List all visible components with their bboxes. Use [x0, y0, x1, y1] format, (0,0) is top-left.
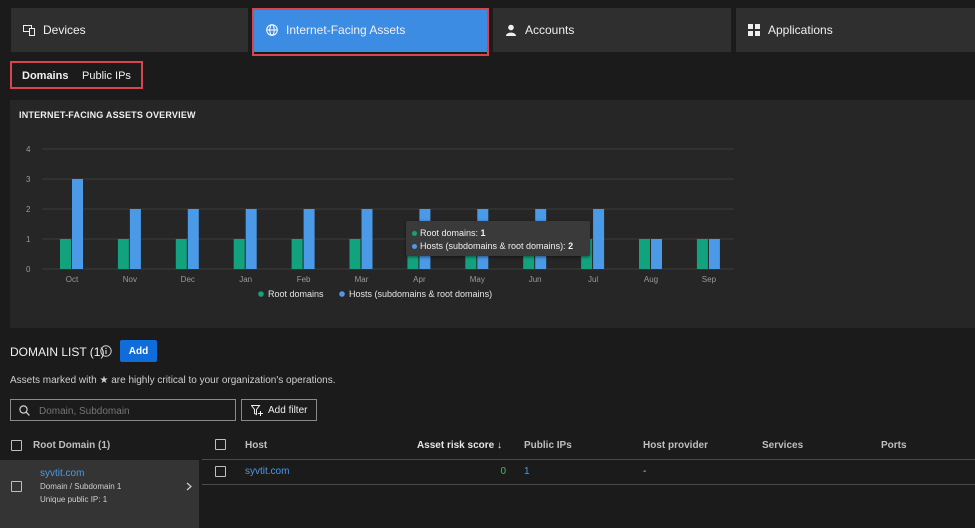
- bar-root-domains: [233, 239, 245, 269]
- overview-panel: INTERNET-FACING ASSETS OVERVIEW 0 1 2 3 4 Oct…: [10, 100, 975, 328]
- bar-hosts: [187, 209, 199, 269]
- highlight-frame: [252, 8, 489, 56]
- root-item-type: Domain / Subdomain 1: [40, 482, 122, 491]
- x-tick-label: Sep: [702, 275, 717, 284]
- col-services[interactable]: Services: [762, 440, 803, 451]
- chevron-right-icon: [186, 482, 192, 491]
- bar-root-domains: [117, 239, 129, 269]
- tab-label: Applications: [768, 23, 833, 37]
- x-tick-label: Aug: [644, 275, 658, 284]
- user-icon: [506, 24, 516, 36]
- bar-root-domains: [291, 239, 303, 269]
- col-host[interactable]: Host: [245, 440, 267, 451]
- add-button[interactable]: Add: [120, 340, 157, 362]
- y-tick-label: 1: [26, 235, 31, 244]
- row-public-ips[interactable]: 1: [524, 466, 530, 477]
- info-icon[interactable]: [100, 345, 112, 357]
- x-tick-label: Mar: [355, 275, 369, 284]
- y-tick-label: 2: [26, 205, 31, 214]
- y-tick-label: 4: [26, 145, 31, 154]
- legend-dot-root: [258, 291, 264, 297]
- tooltip-root-label: Root domains:: [420, 228, 479, 238]
- bar-hosts: [708, 239, 720, 269]
- search-box[interactable]: [10, 399, 236, 421]
- root-domain-header: Root Domain (1): [33, 440, 111, 451]
- tooltip-hosts-value: 2: [568, 241, 574, 251]
- filter-add-icon: [251, 404, 263, 416]
- legend-label-hosts: Hosts (subdomains & root domains): [349, 289, 492, 299]
- domain-list-title: DOMAIN LIST (1): [10, 345, 105, 359]
- x-tick-label: Jun: [529, 275, 542, 284]
- row-risk-score: 0: [500, 466, 506, 477]
- root-item-unique: Unique public IP: 1: [40, 495, 108, 504]
- chart-tooltip: Root domains: 1 Hosts (subdomains & root…: [406, 221, 590, 256]
- tab-label: Devices: [43, 23, 86, 37]
- apps-grid-icon: [748, 24, 760, 36]
- col-ports[interactable]: Ports: [881, 440, 907, 451]
- row-host[interactable]: syvtit.com: [245, 466, 289, 477]
- root-item-name[interactable]: syvtit.com: [40, 468, 84, 479]
- tab-label: Accounts: [525, 23, 575, 37]
- x-tick-label: May: [470, 275, 485, 284]
- tab-applications[interactable]: Applications: [736, 8, 975, 52]
- bar-root-domains: [175, 239, 187, 269]
- legend-label-root: Root domains: [268, 289, 324, 299]
- bar-root-domains: [349, 239, 361, 269]
- col-public-ips[interactable]: Public IPs: [524, 440, 572, 451]
- tooltip-root-dot: [412, 231, 417, 236]
- bar-hosts: [129, 209, 141, 269]
- tooltip-hosts-label: Hosts (subdomains & root domains):: [420, 241, 566, 251]
- bar-root-domains: [60, 239, 71, 269]
- subtab-public-ips[interactable]: Public IPs: [82, 70, 131, 82]
- tab-devices[interactable]: Devices: [11, 8, 248, 52]
- search-input[interactable]: [37, 402, 231, 420]
- x-tick-label: Jul: [588, 275, 598, 284]
- x-tick-label: Dec: [181, 275, 195, 284]
- tooltip-hosts-dot: [412, 244, 417, 249]
- subtab-domains[interactable]: Domains: [22, 70, 68, 82]
- overview-chart: 0 1 2 3 4 Oct Nov Dec Jan Feb Mar Apr May Jun Jul Aug Se…: [26, 145, 734, 299]
- bar-hosts: [593, 209, 605, 269]
- bar-hosts: [651, 239, 662, 269]
- search-icon: [19, 405, 30, 416]
- tooltip-root-value: 1: [480, 228, 486, 238]
- col-asset-risk-score[interactable]: Asset risk score ↓: [380, 440, 502, 451]
- critical-note: Assets marked with ★ are highly critical…: [10, 375, 335, 386]
- bar-hosts: [303, 209, 315, 269]
- row-checkbox[interactable]: [215, 466, 226, 477]
- bar-hosts: [361, 209, 373, 269]
- critical-note-pre: Assets marked with: [10, 375, 97, 386]
- bar-hosts: [245, 209, 257, 269]
- y-tick-label: 0: [26, 265, 31, 274]
- devices-icon: [23, 25, 35, 36]
- table-row[interactable]: syvtit.com 0 1 -: [202, 460, 975, 484]
- x-tick-label: Nov: [123, 275, 137, 284]
- legend-dot-hosts: [339, 291, 345, 297]
- table-divider: [202, 484, 975, 485]
- x-tick-label: Feb: [297, 275, 311, 284]
- select-all-root-checkbox[interactable]: [11, 440, 22, 451]
- root-item-checkbox[interactable]: [11, 481, 22, 492]
- x-tick-label: Apr: [413, 275, 426, 284]
- star-icon: ★: [99, 375, 109, 386]
- col-host-provider[interactable]: Host provider: [643, 440, 708, 451]
- x-tick-label: Oct: [66, 275, 79, 284]
- tab-accounts[interactable]: Accounts: [493, 8, 731, 52]
- root-domain-item[interactable]: syvtit.com Domain / Subdomain 1 Unique p…: [0, 460, 199, 528]
- row-host-provider: -: [643, 466, 647, 477]
- bar-hosts: [72, 179, 83, 269]
- bar-root-domains: [696, 239, 708, 269]
- y-tick-label: 3: [26, 175, 31, 184]
- bar-root-domains: [639, 239, 650, 269]
- x-tick-label: Jan: [239, 275, 252, 284]
- critical-note-post: are highly critical to your organization…: [111, 375, 336, 386]
- select-all-hosts-checkbox[interactable]: [215, 439, 226, 450]
- add-filter-button[interactable]: Add filter: [241, 399, 317, 421]
- add-filter-label: Add filter: [268, 404, 308, 416]
